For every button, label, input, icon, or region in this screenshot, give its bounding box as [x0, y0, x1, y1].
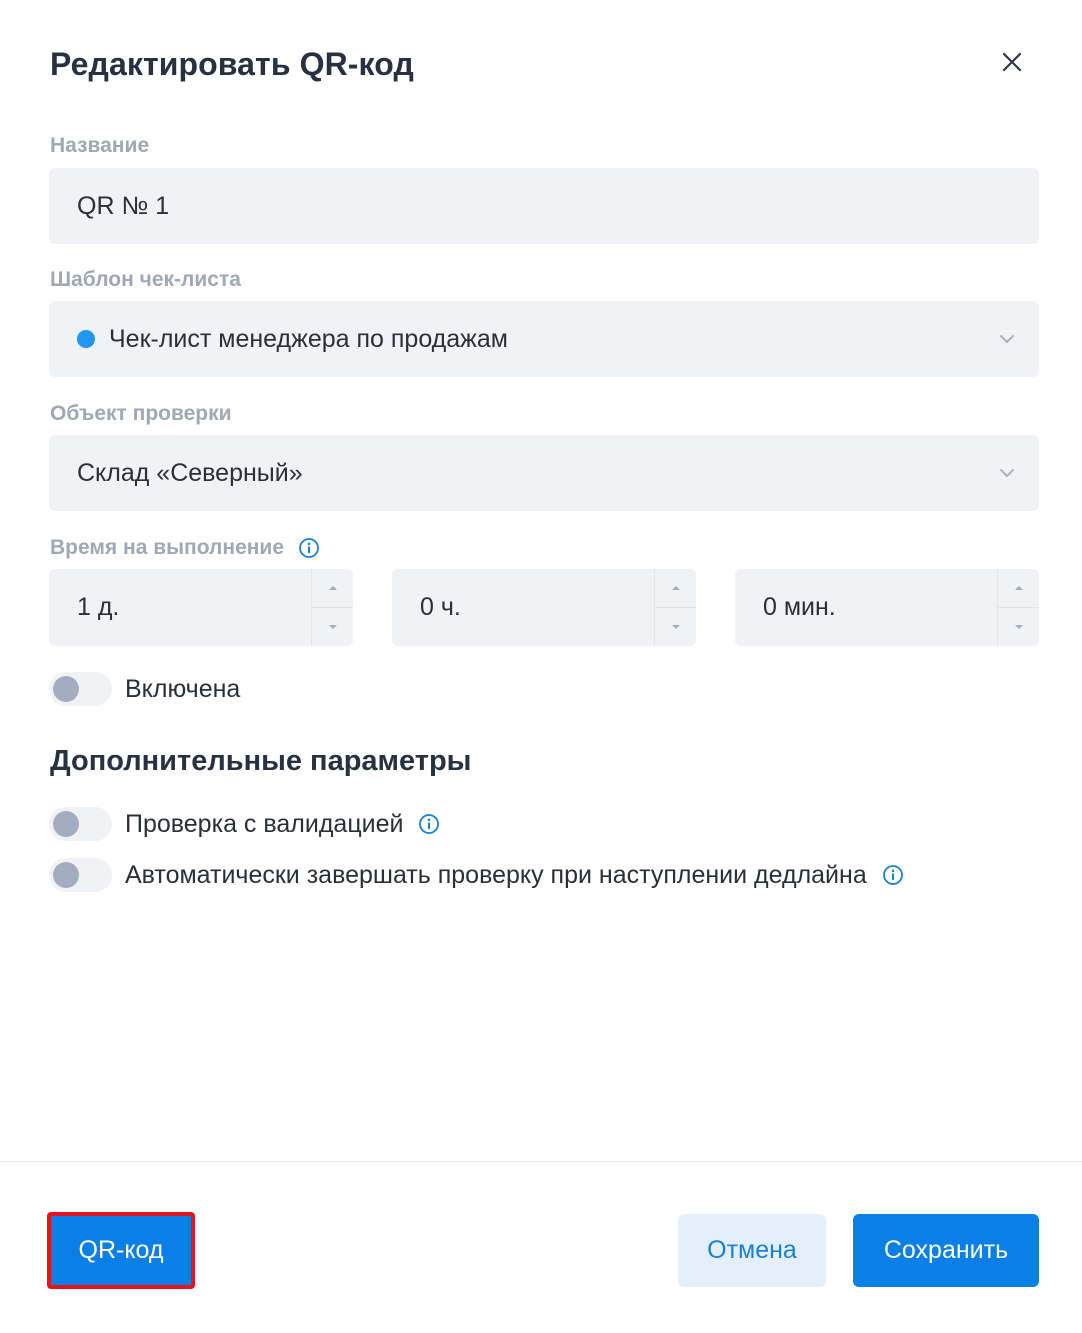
toggle-knob — [53, 811, 79, 837]
hours-up-button[interactable] — [655, 569, 696, 607]
close-button[interactable] — [996, 46, 1028, 78]
qr-code-button[interactable]: QR-код — [47, 1212, 195, 1289]
footer-divider — [0, 1161, 1082, 1162]
caret-down-icon — [1014, 625, 1023, 629]
duration-label-row: Время на выполнение — [50, 536, 320, 560]
caret-up-icon — [1014, 586, 1023, 590]
hours-stepper-arrows — [654, 569, 696, 646]
auto-complete-label: Автоматически завершать проверку при нас… — [125, 860, 867, 889]
minutes-stepper[interactable]: 0 мин. — [735, 569, 1039, 646]
toggle-knob — [53, 676, 79, 702]
name-input[interactable]: QR № 1 — [49, 168, 1039, 244]
hours-stepper[interactable]: 0 ч. — [392, 569, 696, 646]
days-stepper[interactable]: 1 д. — [49, 569, 353, 646]
validation-toggle-row: Проверка с валидацией — [49, 807, 440, 841]
validation-toggle[interactable] — [49, 807, 112, 841]
object-label: Объект проверки — [50, 402, 232, 425]
caret-up-icon — [328, 586, 337, 590]
info-icon[interactable] — [882, 864, 904, 886]
chevron-down-icon — [1000, 469, 1014, 477]
days-down-button[interactable] — [312, 607, 353, 646]
info-icon[interactable] — [298, 537, 320, 559]
cancel-button[interactable]: Отмена — [678, 1214, 826, 1287]
caret-up-icon — [671, 586, 680, 590]
enabled-toggle-row: Включена — [49, 672, 240, 706]
auto-complete-toggle-row: Автоматически завершать проверку при нас… — [49, 858, 904, 892]
name-value: QR № 1 — [77, 191, 170, 220]
object-value: Склад «Северный» — [77, 458, 303, 487]
template-select[interactable]: Чек-лист менеджера по продажам — [49, 301, 1039, 377]
edit-qr-dialog: Редактировать QR-код Название QR № 1 Шаб… — [0, 0, 1082, 1333]
info-icon[interactable] — [418, 813, 440, 835]
minutes-value: 0 мин. — [763, 593, 836, 621]
days-stepper-arrows — [311, 569, 353, 646]
template-color-dot — [77, 330, 95, 348]
extra-section-title: Дополнительные параметры — [50, 745, 472, 777]
minutes-down-button[interactable] — [998, 607, 1039, 646]
save-button[interactable]: Сохранить — [853, 1214, 1039, 1287]
name-label: Название — [50, 134, 150, 157]
auto-complete-toggle[interactable] — [49, 858, 112, 892]
object-select[interactable]: Склад «Северный» — [49, 435, 1039, 511]
caret-down-icon — [671, 625, 680, 629]
enabled-toggle[interactable] — [49, 672, 112, 706]
duration-label: Время на выполнение — [50, 536, 285, 559]
validation-label: Проверка с валидацией — [125, 809, 404, 838]
days-value: 1 д. — [77, 593, 120, 621]
enabled-label: Включена — [125, 674, 241, 703]
chevron-down-icon — [1000, 335, 1014, 343]
hours-value: 0 ч. — [420, 593, 461, 621]
toggle-knob — [53, 862, 79, 888]
days-up-button[interactable] — [312, 569, 353, 607]
template-value: Чек-лист менеджера по продажам — [109, 324, 508, 353]
template-label: Шаблон чек-листа — [50, 268, 241, 291]
dialog-title: Редактировать QR-код — [50, 46, 414, 82]
minutes-stepper-arrows — [997, 569, 1039, 646]
hours-down-button[interactable] — [655, 607, 696, 646]
close-icon — [1002, 52, 1022, 72]
minutes-up-button[interactable] — [998, 569, 1039, 607]
caret-down-icon — [328, 625, 337, 629]
